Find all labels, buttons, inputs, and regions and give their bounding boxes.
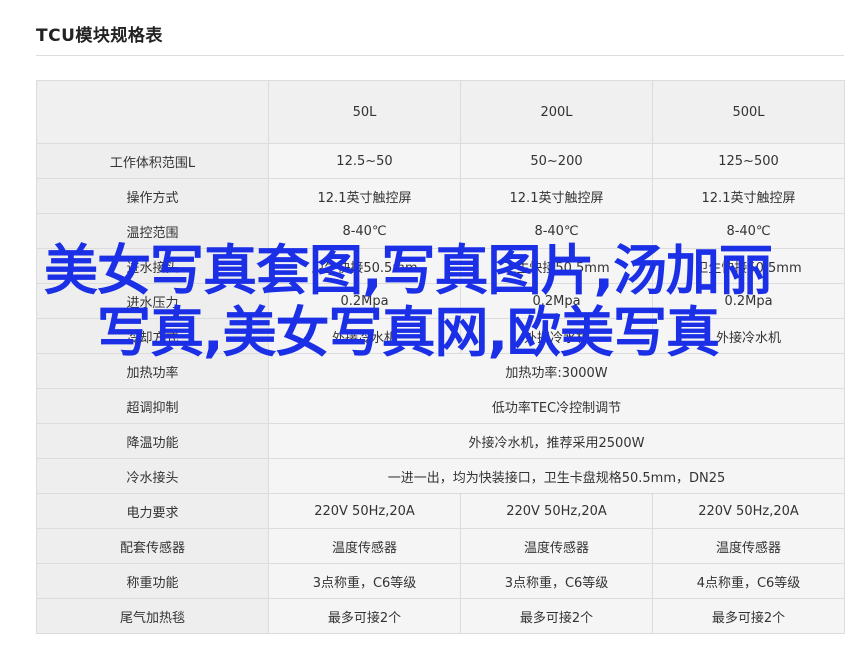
title-divider <box>36 55 844 56</box>
table-row: 称重功能 3点称重，C6等级 3点称重，C6等级 4点称重，C6等级 <box>36 563 845 599</box>
table-row: 加热功率 加热功率:3000W <box>36 353 845 389</box>
table-cell: 0.2Mpa <box>652 283 845 319</box>
table-row: 操作方式 12.1英寸触控屏 12.1英寸触控屏 12.1英寸触控屏 <box>36 178 845 214</box>
table-cell: 温度传感器 <box>460 528 653 564</box>
table-cell: 温度传感器 <box>268 528 461 564</box>
table-cell: 温度传感器 <box>652 528 845 564</box>
table-cell: 12.1英寸触控屏 <box>652 178 845 214</box>
table-cell: 3点称重，C6等级 <box>460 563 653 599</box>
table-cell: 220V 50Hz,20A <box>460 493 653 529</box>
table-cell: 最多可接2个 <box>460 598 653 634</box>
table-cell: 3点称重，C6等级 <box>268 563 461 599</box>
table-cell: 220V 50Hz,20A <box>268 493 461 529</box>
table-cell: 外接冷水机 <box>460 318 653 354</box>
table-cell: 8-40℃ <box>268 213 461 249</box>
table-row: 配套传感器 温度传感器 温度传感器 温度传感器 <box>36 528 845 564</box>
table-cell: 125~500 <box>652 143 845 179</box>
table-cell: 外接冷水机 <box>268 318 461 354</box>
row-label: 冷水接头 <box>36 458 269 494</box>
row-label: 冷却方式 <box>36 318 269 354</box>
table-row: 进水接头 卫生快接50.5mm 卫生快接50.5mm 卫生快接50.5mm <box>36 248 845 284</box>
spec-table: 50L 200L 500L 工作体积范围L 12.5~50 50~200 125~50… <box>36 80 845 634</box>
table-cell: 卫生快接50.5mm <box>268 248 461 284</box>
table-cell: 50~200 <box>460 143 653 179</box>
table-cell: 最多可接2个 <box>268 598 461 634</box>
table-cell: 卫生快接50.5mm <box>652 248 845 284</box>
row-label: 尾气加热毯 <box>36 598 269 634</box>
table-row: 冷却方式 外接冷水机 外接冷水机 外接冷水机 <box>36 318 845 354</box>
row-label: 加热功率 <box>36 353 269 389</box>
table-cell: 8-40℃ <box>652 213 845 249</box>
table-row: 冷水接头 一进一出，均为快装接口，卫生卡盘规格50.5mm，DN25 <box>36 458 845 494</box>
table-cell: 4点称重，C6等级 <box>652 563 845 599</box>
header-cell-blank <box>36 80 269 144</box>
table-cell-merged: 加热功率:3000W <box>268 353 845 389</box>
table-cell: 8-40℃ <box>460 213 653 249</box>
table-row: 电力要求 220V 50Hz,20A 220V 50Hz,20A 220V 50Hz,… <box>36 493 845 529</box>
page-title: TCU模块规格表 <box>36 26 163 46</box>
row-label: 降温功能 <box>36 423 269 459</box>
row-label: 进水压力 <box>36 283 269 319</box>
row-label: 进水接头 <box>36 248 269 284</box>
table-cell: 卫生快接50.5mm <box>460 248 653 284</box>
row-label: 温控范围 <box>36 213 269 249</box>
table-cell: 12.1英寸触控屏 <box>268 178 461 214</box>
row-label: 超调抑制 <box>36 388 269 424</box>
table-row: 尾气加热毯 最多可接2个 最多可接2个 最多可接2个 <box>36 598 845 634</box>
table-cell: 0.2Mpa <box>268 283 461 319</box>
row-label: 称重功能 <box>36 563 269 599</box>
table-cell: 0.2Mpa <box>460 283 653 319</box>
table-cell-merged: 低功率TEC冷控制调节 <box>268 388 845 424</box>
table-cell: 12.1英寸触控屏 <box>460 178 653 214</box>
table-cell: 220V 50Hz,20A <box>652 493 845 529</box>
row-label: 工作体积范围L <box>36 143 269 179</box>
table-row: 降温功能 外接冷水机，推荐采用2500W <box>36 423 845 459</box>
row-label: 配套传感器 <box>36 528 269 564</box>
table-header-row: 50L 200L 500L <box>36 80 845 144</box>
table-row: 进水压力 0.2Mpa 0.2Mpa 0.2Mpa <box>36 283 845 319</box>
row-label: 电力要求 <box>36 493 269 529</box>
row-label: 操作方式 <box>36 178 269 214</box>
header-cell-50l: 50L <box>268 80 461 144</box>
header-cell-500l: 500L <box>652 80 845 144</box>
table-cell: 12.5~50 <box>268 143 461 179</box>
table-row: 超调抑制 低功率TEC冷控制调节 <box>36 388 845 424</box>
table-cell-merged: 外接冷水机，推荐采用2500W <box>268 423 845 459</box>
header-cell-200l: 200L <box>460 80 653 144</box>
table-row: 工作体积范围L 12.5~50 50~200 125~500 <box>36 143 845 179</box>
table-row: 温控范围 8-40℃ 8-40℃ 8-40℃ <box>36 213 845 249</box>
table-cell: 外接冷水机 <box>652 318 845 354</box>
table-cell: 最多可接2个 <box>652 598 845 634</box>
table-cell-merged: 一进一出，均为快装接口，卫生卡盘规格50.5mm，DN25 <box>268 458 845 494</box>
